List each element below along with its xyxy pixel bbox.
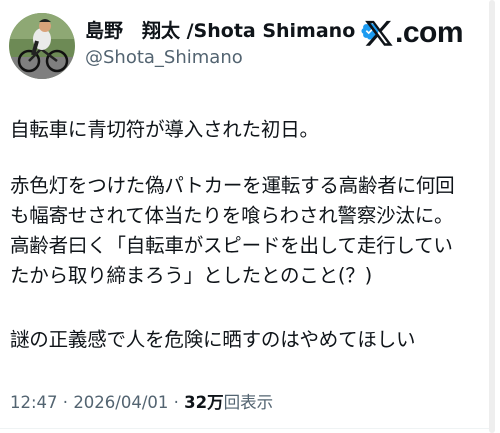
views-label: 回表示 [223,393,274,412]
tweet-text-line: 謎の正義感で人を危険に晒すのはやめてほしい [10,328,416,351]
tweet-meta: 12:47 · 2026/04/01 · 32万回表示 [10,391,273,415]
tweet-text-line: 赤色灯をつけた偽パトカーを運転する高齢者に何回 [10,174,455,197]
tweet-text-line: も幅寄せされて体当たりを喰らわされ警察沙汰に。 [10,204,454,227]
x-com-logo: .com [364,16,464,50]
author-display-name[interactable]: 島野 翔太 /Shota Shimano [85,18,355,44]
tweet-text-line: 自転車に青切符が導入された初日。 [10,118,319,141]
views-count: 32万 [184,393,224,412]
divider [0,428,489,429]
author-avatar[interactable] [9,13,75,79]
author-handle[interactable]: @Shota_Shimano [85,46,243,70]
scrollbar[interactable] [489,0,495,433]
tweet-text-line: 高齢者曰く「自転車がスピードを出して走行してい [10,234,453,257]
meta-separator: · [57,393,74,412]
tweet-time[interactable]: 12:47 [10,393,58,412]
cyclist-avatar-image [9,13,75,79]
x-logo-icon [365,20,393,46]
meta-separator: · [168,393,185,412]
tweet-text-line: たから取り締まろう」としたとのこと(？) [10,264,373,287]
tweet-date[interactable]: 2026/04/01 [73,393,168,412]
logo-text: .com [395,16,464,49]
author-display-name-row[interactable]: 島野 翔太 /Shota Shimano [85,18,380,44]
